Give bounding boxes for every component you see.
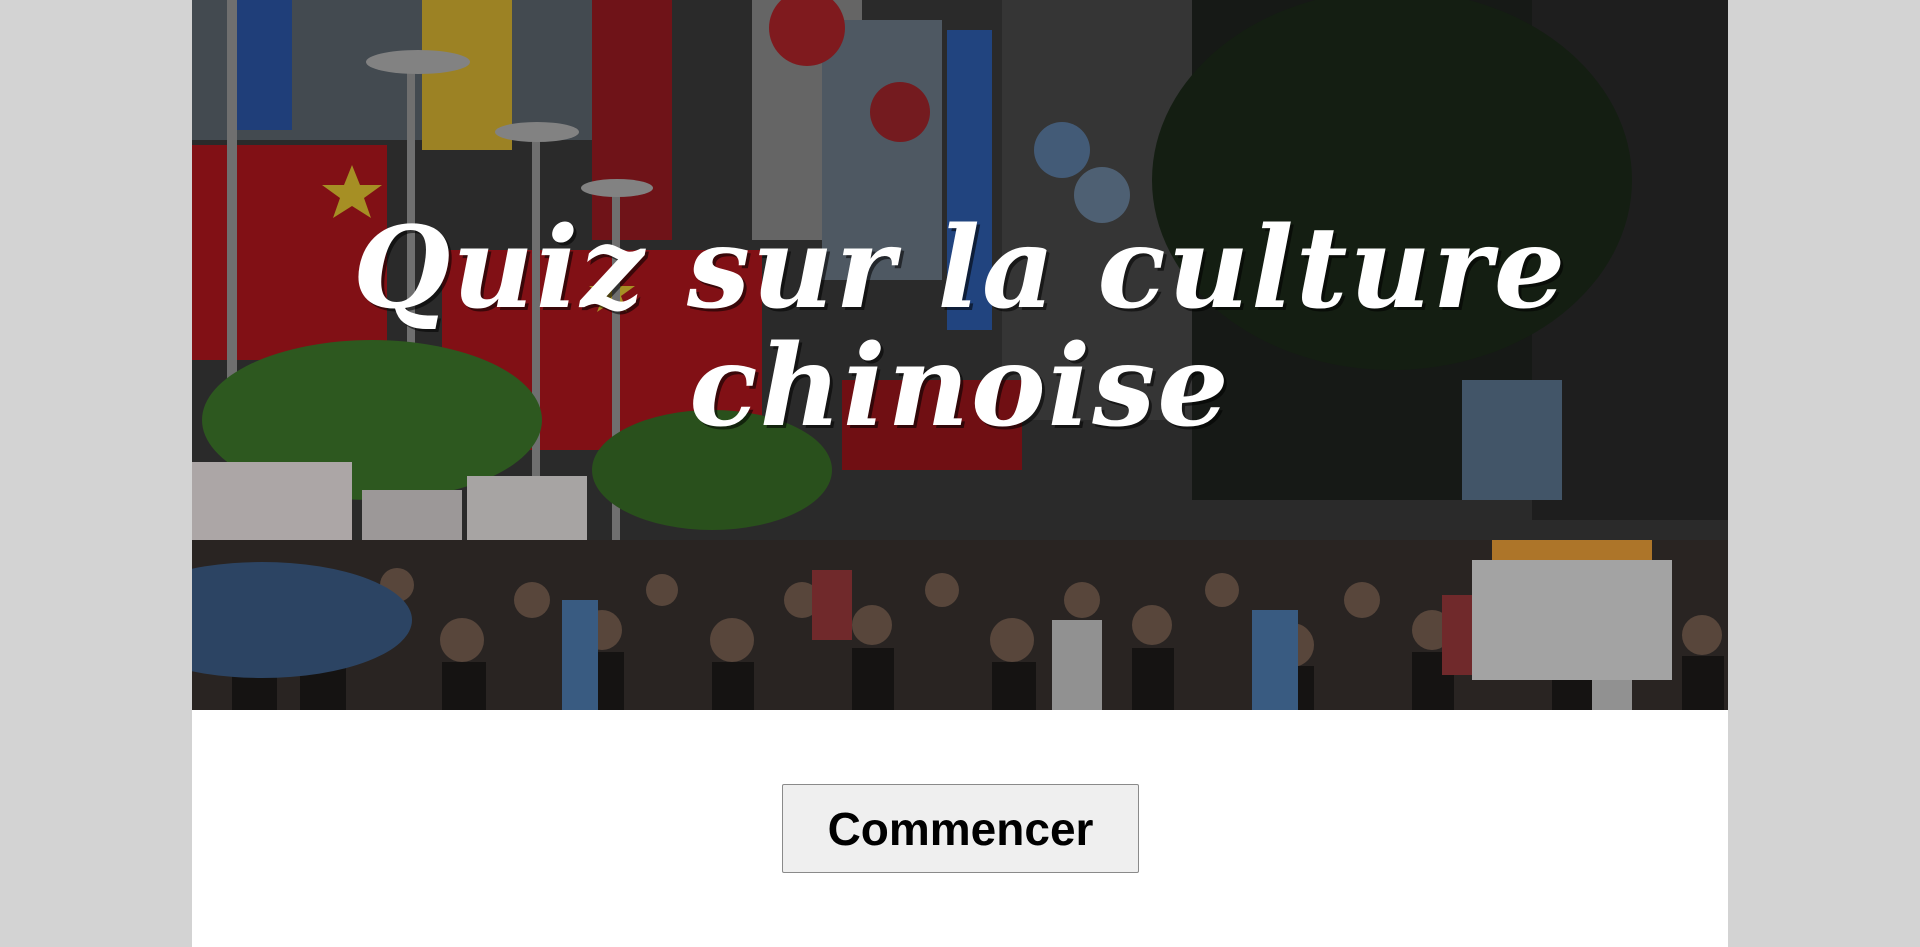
quiz-page: Quiz sur la culture chinoise Commencer bbox=[192, 0, 1728, 947]
hero-banner: Quiz sur la culture chinoise bbox=[192, 0, 1728, 710]
hero-title: Quiz sur la culture chinoise bbox=[352, 203, 1568, 452]
start-quiz-button[interactable]: Commencer bbox=[782, 784, 1139, 873]
